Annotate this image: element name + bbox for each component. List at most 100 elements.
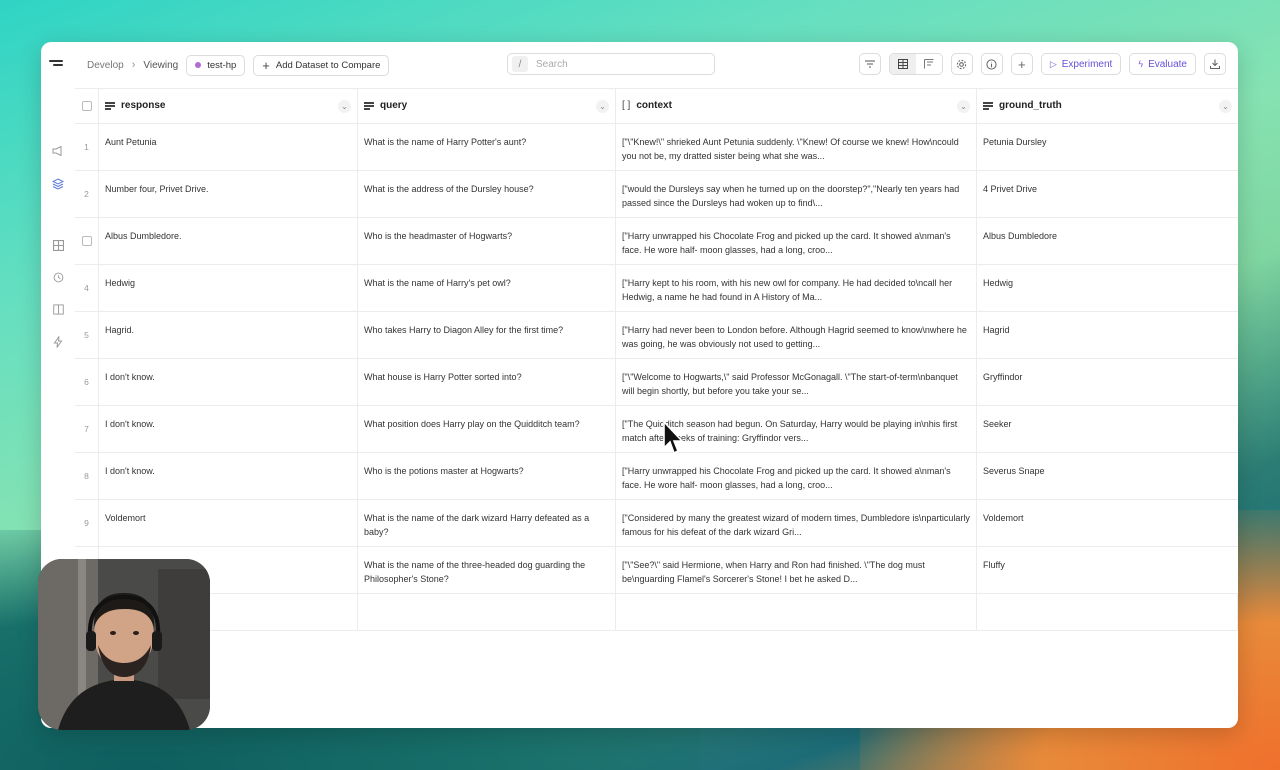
cell-ground-truth[interactable]: Voldemort [977, 500, 1238, 546]
presenter-video-image [38, 559, 210, 730]
cell-ground-truth[interactable]: Hedwig [977, 265, 1238, 311]
cell-query[interactable]: What is the name of the dark wizard Harr… [358, 500, 616, 546]
cell-response[interactable]: Voldemort [99, 500, 358, 546]
cell-ground-truth[interactable]: Hagrid [977, 312, 1238, 358]
download-button[interactable] [1204, 53, 1226, 75]
cell-response[interactable]: I don't know. [99, 453, 358, 499]
cell-ground-truth[interactable]: Seeker [977, 406, 1238, 452]
webcam-overlay [38, 559, 210, 730]
cell-ground-truth[interactable]: Severus Snape [977, 453, 1238, 499]
layers-icon[interactable] [51, 178, 65, 192]
cell-context[interactable]: ["\"See?\" said Hermione, when Harry and… [616, 547, 977, 593]
table-view-button[interactable] [889, 54, 916, 74]
add-dataset-compare-button[interactable]: + Add Dataset to Compare [253, 54, 390, 76]
chevron-right-icon: › [131, 59, 136, 71]
experiment-label: Experiment [1061, 58, 1113, 70]
table-row[interactable]: 2 Number four, Privet Drive. What is the a… [75, 171, 1238, 218]
evaluate-button[interactable]: ϟ Evaluate [1129, 53, 1196, 75]
table-row[interactable]: 4 Hedwig What is the name of Harry's pet o… [75, 265, 1238, 312]
row-index-cell: 8 [75, 453, 99, 499]
select-all-checkbox[interactable] [81, 101, 92, 111]
grid-icon[interactable] [51, 240, 65, 254]
cell-context[interactable]: ["Considered by many the greatest wizard… [616, 500, 977, 546]
add-button[interactable]: + [1010, 53, 1033, 75]
row-index-cell: 6 [75, 359, 99, 405]
chevron-down-icon[interactable]: ⌄ [1219, 100, 1232, 113]
cell-query[interactable]: What is the address of the Dursley house… [358, 171, 616, 217]
cell-query[interactable]: Who is the potions master at Hogwarts? [358, 453, 616, 499]
cell-query[interactable]: What position does Harry play on the Qui… [358, 406, 616, 452]
cell-context[interactable]: ["\"Knew!\" shrieked Aunt Petunia sudden… [616, 124, 977, 170]
cell-query[interactable]: What house is Harry Potter sorted into? [358, 359, 616, 405]
cell-response[interactable]: Albus Dumbledore. [99, 218, 358, 264]
column-header-ground-truth[interactable]: ground_truth ⌄ [977, 89, 1238, 123]
column-header-query[interactable]: query ⌄ [358, 89, 616, 123]
select-all-cell [75, 89, 99, 123]
table-row[interactable]: 7 I don't know. What position does Harry p… [75, 406, 1238, 453]
cell-context[interactable]: ["Harry unwrapped his Chocolate Frog and… [616, 218, 977, 264]
cell-response[interactable]: Hedwig [99, 265, 358, 311]
table-row[interactable]: What is the name of the three-headed dog… [75, 547, 1238, 594]
plus-icon: + [1018, 56, 1026, 72]
table-row[interactable]: 5 Hagrid. Who takes Harry to Diagon Alley … [75, 312, 1238, 359]
column-header-context[interactable]: [ ] context ⌄ [616, 89, 977, 123]
data-table: response ⌄ query ⌄ [ ] context ⌄ ground_… [75, 88, 1238, 728]
breadcrumb-develop[interactable]: Develop [87, 60, 124, 71]
info-button[interactable] [980, 53, 1003, 75]
book-icon[interactable] [51, 304, 65, 318]
cell-ground-truth[interactable]: Fluffy [977, 547, 1238, 593]
cell-context[interactable]: ["Harry kept to his room, with his new o… [616, 265, 977, 311]
row-index: 4 [84, 283, 89, 293]
breadcrumb-viewing: Viewing [143, 59, 179, 71]
chevron-down-icon[interactable]: ⌄ [596, 100, 609, 113]
app-logo-icon[interactable] [49, 60, 63, 70]
text-lines-icon [983, 101, 993, 112]
add-dataset-compare-label: Add Dataset to Compare [275, 59, 381, 71]
cell-response[interactable]: I don't know. [99, 406, 358, 452]
dataset-selector[interactable]: test-hp [186, 54, 246, 76]
row-index-cell [75, 218, 99, 264]
table-row[interactable]: 8 I don't know. Who is the potions master … [75, 453, 1238, 500]
cell-query[interactable]: Who is the headmaster of Hogwarts? [358, 218, 616, 264]
cell-response[interactable]: Hagrid. [99, 312, 358, 358]
cell-context[interactable]: ["\"Welcome to Hogwarts,\" said Professo… [616, 359, 977, 405]
row-checkbox[interactable] [81, 236, 92, 246]
layout-view-button[interactable] [916, 54, 942, 74]
bolt-icon[interactable] [51, 336, 65, 350]
history-icon[interactable] [51, 272, 65, 286]
table-row[interactable]: 6 I don't know. What house is Harry Potter… [75, 359, 1238, 406]
search-placeholder: Search [536, 58, 568, 70]
search-input[interactable]: / Search [507, 53, 715, 75]
table-row[interactable]: Albus Dumbledore. Who is the headmaster o… [75, 218, 1238, 265]
cell-response[interactable]: I don't know. [99, 359, 358, 405]
toolbar: + ▷ Experiment ϟ Evaluate [858, 53, 1226, 75]
cell-context[interactable]: ["Harry unwrapped his Chocolate Frog and… [616, 453, 977, 499]
settings-button[interactable] [950, 53, 973, 75]
table-row[interactable]: 1 Aunt Petunia What is the name of Harry P… [75, 124, 1238, 171]
experiment-button[interactable]: ▷ Experiment [1040, 53, 1122, 75]
play-icon: ▷ [1049, 58, 1057, 69]
chevron-down-icon[interactable]: ⌄ [957, 100, 970, 113]
filter-icon [864, 60, 875, 68]
cell-ground-truth[interactable]: 4 Privet Drive [977, 171, 1238, 217]
cell-response[interactable]: Number four, Privet Drive. [99, 171, 358, 217]
cell-ground-truth[interactable]: Gryffindor [977, 359, 1238, 405]
cell-ground-truth[interactable]: Albus Dumbledore [977, 218, 1238, 264]
filter-button[interactable] [858, 53, 881, 75]
chevron-down-icon[interactable]: ⌄ [338, 100, 351, 113]
cell-context[interactable]: ["would the Dursleys say when he turned … [616, 171, 977, 217]
cell-response[interactable]: Aunt Petunia [99, 124, 358, 170]
cell-query[interactable]: What is the name of the three-headed dog… [358, 547, 616, 593]
cell-ground-truth[interactable]: Petunia Dursley [977, 124, 1238, 170]
megaphone-icon[interactable] [51, 145, 65, 160]
column-header-label: query [380, 100, 408, 111]
text-lines-icon [364, 101, 374, 112]
dataset-name: test-hp [207, 59, 237, 71]
cell-query[interactable]: What is the name of Harry's pet owl? [358, 265, 616, 311]
cell-query[interactable]: What is the name of Harry Potter's aunt? [358, 124, 616, 170]
column-header-response[interactable]: response ⌄ [99, 89, 358, 123]
cell-query[interactable]: Who takes Harry to Diagon Alley for the … [358, 312, 616, 358]
table-row[interactable]: 9 Voldemort What is the name of the dark w… [75, 500, 1238, 547]
cell-context[interactable]: ["Harry had never been to London before.… [616, 312, 977, 358]
column-header-label: context [636, 100, 672, 111]
